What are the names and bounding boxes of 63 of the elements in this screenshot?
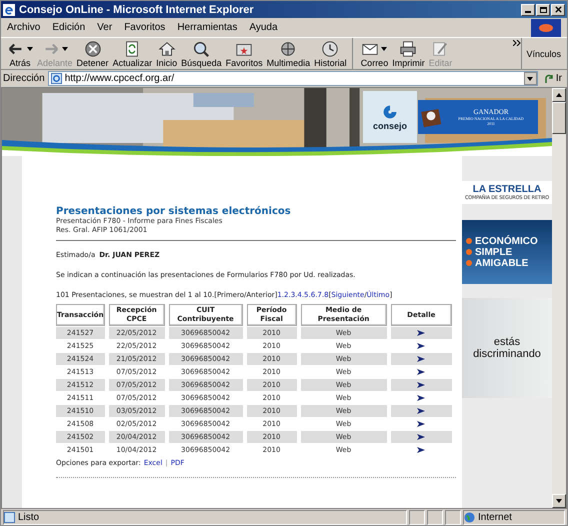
bullet-icon: [466, 249, 472, 255]
globe-icon: [279, 40, 298, 58]
go-arrow-icon: [544, 74, 554, 84]
vertical-scrollbar[interactable]: [552, 88, 566, 508]
globe-icon: [464, 512, 475, 522]
toolbar-button[interactable]: Correo: [352, 38, 390, 69]
security-zone: Internet: [463, 510, 565, 524]
clock-icon: [321, 40, 340, 58]
window-title: Consejo OnLine - Microsoft Internet Explorer: [19, 4, 255, 16]
toolbar-button[interactable]: Imprimir: [390, 38, 427, 69]
minimize-button[interactable]: [521, 4, 535, 16]
stop-icon: [84, 40, 102, 58]
toolbar-button[interactable]: Atrás: [5, 38, 35, 69]
dropdown-button[interactable]: [524, 72, 537, 85]
address-label: Dirección: [3, 73, 45, 84]
pencil-icon: [431, 40, 450, 58]
close-icon: [554, 6, 562, 13]
toolbar-button[interactable]: Historial: [312, 38, 349, 69]
page-title: Presentaciones por sistemas electrónicos: [56, 206, 292, 217]
down-arrow-icon[interactable]: [556, 499, 562, 503]
up-arrow-icon[interactable]: [556, 93, 562, 97]
toolbar-button[interactable]: Multimedia: [264, 38, 312, 69]
dropdown-arrow-icon[interactable]: [381, 46, 388, 50]
bullet-icon: [466, 260, 472, 266]
menu-item[interactable]: Herramientas: [177, 22, 238, 33]
maximize-button[interactable]: [536, 4, 550, 16]
dropdown-arrow-icon[interactable]: [27, 46, 33, 50]
medal-icon: [420, 106, 442, 128]
ad-slogan-text: estás: [494, 336, 520, 348]
printer-icon: [399, 40, 418, 58]
page-icon: [4, 512, 15, 522]
toolbar-button[interactable]: Búsqueda: [179, 38, 224, 69]
ad-bullet-text: AMIGABLE: [475, 258, 528, 268]
bullet-ad[interactable]: ECONÓMICO SIMPLE AMIGABLE: [462, 220, 552, 284]
ad-slogan-text: discriminando: [473, 348, 541, 360]
browser-icon: [3, 4, 15, 16]
house-icon: [158, 40, 176, 58]
go-button[interactable]: Ir: [540, 73, 565, 84]
menu-item[interactable]: Ver: [97, 22, 112, 33]
menu-item[interactable]: Archivo: [7, 22, 40, 33]
ad-bullet-text: ECONÓMICO: [475, 236, 538, 246]
menu-item[interactable]: Edición: [52, 22, 86, 33]
caret-icon: [527, 76, 534, 80]
brand-logo-icon: [531, 18, 561, 36]
status-text: Listo: [3, 510, 407, 524]
magnifier-icon: [192, 40, 210, 58]
ad-bullet-text: SIMPLE: [475, 246, 512, 258]
bullet-icon: [466, 238, 472, 244]
logo-icon: [382, 104, 398, 120]
toolbar-button[interactable]: Inicio: [154, 38, 180, 69]
logo-text: consejo: [372, 120, 407, 130]
address-field[interactable]: http://www.cpcecf.org.ar/: [48, 71, 538, 86]
slogan-ad[interactable]: estás discriminando: [462, 298, 552, 398]
scroll-thumb[interactable]: [552, 102, 566, 134]
ad-brand: LA ESTRELLA: [472, 184, 542, 195]
close-button[interactable]: [551, 4, 565, 16]
menu-item[interactable]: Favoritos: [124, 22, 166, 33]
page-icon: [50, 73, 62, 84]
links-button[interactable]: Vínculos: [521, 38, 563, 69]
toolbar-button[interactable]: Actualizar: [110, 38, 154, 69]
toolbar-button[interactable]: Detener: [74, 38, 111, 69]
menu-item[interactable]: Ayuda: [249, 22, 278, 33]
toolbar-button[interactable]: Favoritos: [224, 38, 265, 69]
